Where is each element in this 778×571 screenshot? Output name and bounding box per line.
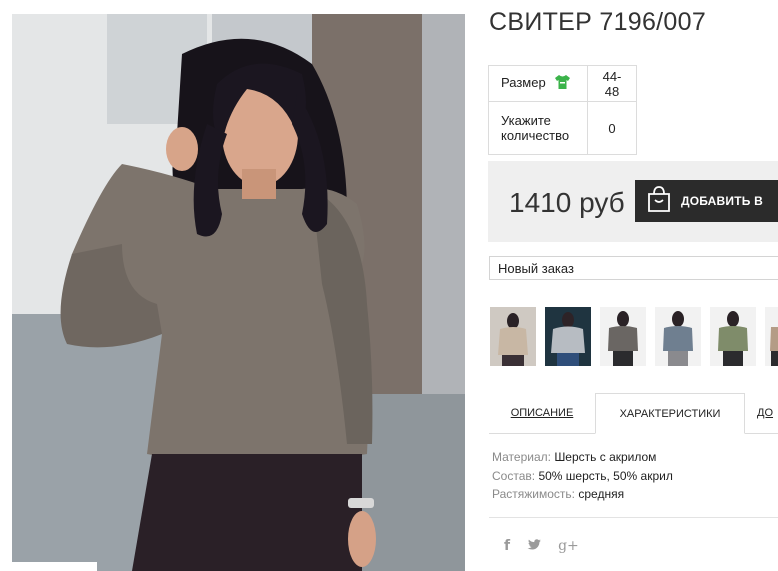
product-title: СВИТЕР 7196/007 xyxy=(489,8,707,36)
spec-key: Растяжимость: xyxy=(492,487,576,501)
order-select[interactable]: Новый заказ xyxy=(489,256,778,280)
twitter-icon[interactable] xyxy=(527,538,542,554)
tshirt-size-icon[interactable] xyxy=(555,75,571,92)
quantity-input[interactable]: 0 xyxy=(587,101,637,155)
size-value[interactable]: 44-48 xyxy=(587,65,637,102)
spec-value: Шерсть с акрилом xyxy=(554,450,657,464)
spec-value: 50% шерсть, 50% акрил xyxy=(538,468,673,483)
product-tabs: ОПИСАНИЕ ХАРАКТЕРИСТИКИ ДО xyxy=(489,393,778,434)
thumbnail-partial[interactable] xyxy=(765,307,778,366)
thumbnail-blue-grey[interactable] xyxy=(655,307,701,366)
thumbnail-light-grey[interactable] xyxy=(545,307,591,366)
social-share: f g+ xyxy=(504,538,579,554)
spec-key: Материал: xyxy=(492,450,551,464)
spec-value: средняя xyxy=(578,487,625,501)
shopping-bag-icon xyxy=(647,185,671,217)
facebook-icon[interactable]: f xyxy=(504,538,510,554)
add-to-cart-label: ДОБАВИТЬ В xyxy=(681,194,763,208)
add-to-cart-button[interactable]: ДОБАВИТЬ В xyxy=(635,180,778,222)
product-options-table: Размер 44-48 Укажите количество 0 xyxy=(488,65,637,155)
product-price: 1410 руб xyxy=(509,187,625,218)
price-block: 1410 руб ДОБАВИТЬ В xyxy=(488,161,778,242)
size-label: Размер xyxy=(501,74,546,90)
spec-row: Растяжимость: средняя xyxy=(492,485,673,504)
spec-key: Состав: xyxy=(492,468,536,483)
thumbnail-beige[interactable] xyxy=(490,307,536,366)
quantity-label: Укажите количество xyxy=(488,101,588,155)
tab-more[interactable]: ДО xyxy=(757,393,778,433)
characteristics-list: Материал: Шерсть с акрилом Состав: 50% ш… xyxy=(492,448,673,504)
product-main-photo[interactable] xyxy=(12,14,465,571)
size-label-cell: Размер xyxy=(488,65,588,102)
thumbnail-khaki[interactable] xyxy=(710,307,756,366)
spec-row: Материал: Шерсть с акрилом xyxy=(492,448,673,467)
thumbnail-dark-grey[interactable] xyxy=(600,307,646,366)
tab-description[interactable]: ОПИСАНИЕ xyxy=(489,393,595,433)
tab-characteristics[interactable]: ХАРАКТЕРИСТИКИ xyxy=(595,393,745,434)
divider xyxy=(489,517,778,518)
spec-row: Состав: 50% шерсть, 50% акрил xyxy=(492,467,673,486)
photo-corner-blank xyxy=(12,562,97,571)
googleplus-icon[interactable]: g+ xyxy=(558,538,579,554)
